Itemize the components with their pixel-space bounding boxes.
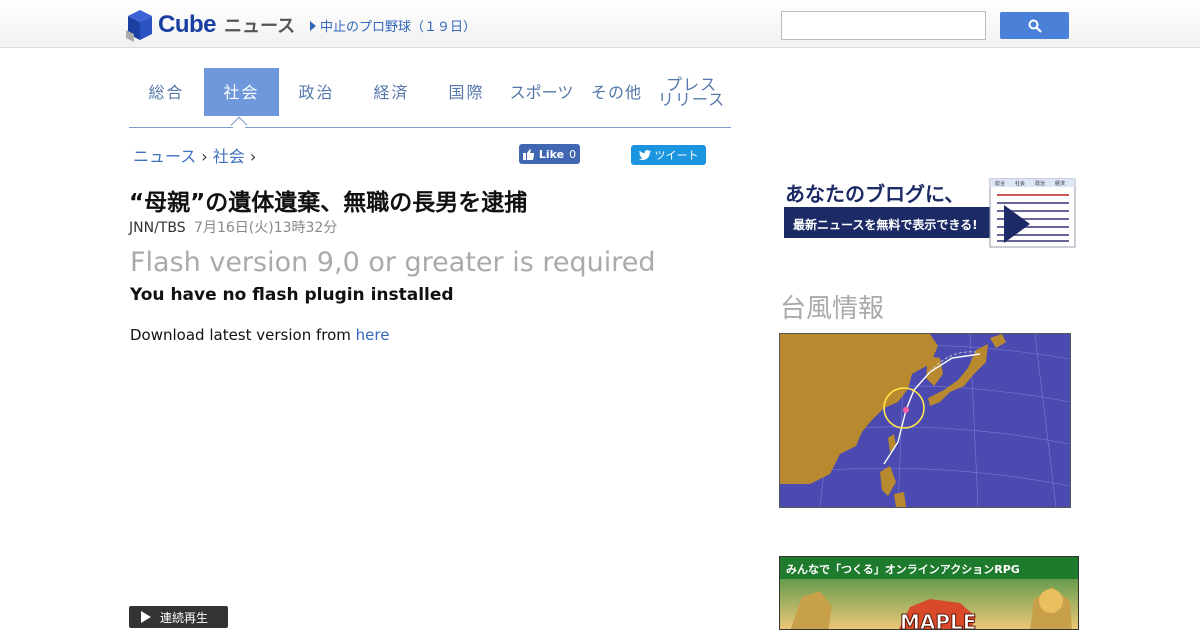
typhoon-info-title: 台風情報 <box>780 294 885 324</box>
blog-widget-banner[interactable]: あなたのブログに、 最新ニュースを無料で表示できる! 総合 社会 政治 経済 <box>783 177 1077 249</box>
headline-link[interactable]: 中止のプロ野球（１９日） <box>310 16 476 35</box>
continuous-play-label: 連続再生 <box>160 610 209 625</box>
game-ad-tagline: みんなで「つくる」オンラインアクションRPG <box>786 562 1020 576</box>
blog-banner-mini-tab: 社会 <box>1015 180 1025 187</box>
tweet-button[interactable]: ツイート <box>631 145 706 165</box>
tab-society[interactable]: 社会 <box>204 68 279 116</box>
flash-download-line: Download latest version from here <box>130 326 389 344</box>
triangle-right-icon <box>310 20 316 31</box>
logo-text: Cube <box>158 11 217 38</box>
tab-sports[interactable]: スポーツ <box>504 68 579 116</box>
tab-general[interactable]: 総合 <box>129 68 204 116</box>
maple-game-ad[interactable]: みんなで「つくる」オンラインアクションRPG MAPLE <box>779 556 1079 630</box>
tab-press-release[interactable]: プレス リリース <box>654 68 729 116</box>
flash-missing-message: You have no flash plugin installed <box>130 285 454 305</box>
game-ad-graphic: みんなで「つくる」オンラインアクションRPG MAPLE <box>780 557 1078 630</box>
twitter-bird-icon <box>638 150 651 160</box>
game-ad-logo: MAPLE <box>900 610 976 630</box>
flash-download-text: Download latest version from <box>130 326 356 344</box>
tab-politics[interactable]: 政治 <box>279 68 354 116</box>
active-tab-indicator <box>230 116 248 134</box>
blog-banner-mini-tab: 経済 <box>1055 180 1065 187</box>
cube-logo-icon <box>126 10 152 42</box>
search-button[interactable] <box>1000 12 1069 39</box>
breadcrumb-news[interactable]: ニュース <box>133 147 196 166</box>
typhoon-map-graphic <box>779 333 1071 508</box>
facebook-like-button[interactable]: Like 0 <box>519 144 580 164</box>
article-meta: JNN/TBS 7月16日(火)13時32分 <box>129 217 337 237</box>
blog-banner-mini-tab: 総合 <box>995 180 1005 187</box>
play-icon <box>141 611 151 623</box>
logo-subtitle: ニュース <box>224 16 296 37</box>
article-source: JNN/TBS <box>129 220 186 236</box>
breadcrumb-separator: › <box>201 147 208 166</box>
like-count: 0 <box>569 147 577 161</box>
blog-banner-line1: あなたのブログに、 <box>785 182 964 206</box>
site-header: Cube ニュース 中止のプロ野球（１９日） <box>0 0 1200 48</box>
headline-text: 中止のプロ野球（１９日） <box>320 20 477 35</box>
typhoon-map[interactable] <box>779 333 1071 508</box>
flash-download-link[interactable]: here <box>356 326 390 344</box>
blog-banner-graphic: あなたのブログに、 最新ニュースを無料で表示できる! 総合 社会 政治 経済 <box>784 178 1076 248</box>
search-input[interactable] <box>781 11 986 40</box>
blog-banner-mini-tab: 政治 <box>1035 180 1045 187</box>
breadcrumb-separator: › <box>249 147 257 166</box>
article-date: 7月16日(火)13時32分 <box>194 220 338 236</box>
breadcrumb-society[interactable]: 社会 <box>213 147 245 166</box>
flash-required-heading: Flash version 9,0 or greater is required <box>130 247 656 278</box>
tab-other[interactable]: その他 <box>579 68 654 116</box>
tab-international[interactable]: 国際 <box>429 68 504 116</box>
site-logo[interactable]: Cube ニュース <box>126 8 295 42</box>
continuous-play-button[interactable]: 連続再生 <box>129 606 228 628</box>
thumbs-up-icon <box>522 148 534 160</box>
tab-economy[interactable]: 経済 <box>354 68 429 116</box>
breadcrumb: ニュース › 社会 › <box>133 143 256 167</box>
category-tabs: 総合 社会 政治 経済 国際 スポーツ その他 プレス リリース <box>129 68 731 134</box>
article-title: “母親”の遺体遺棄、無職の長男を逮捕 <box>129 190 528 216</box>
blog-banner-line2: 最新ニュースを無料で表示できる! <box>793 217 978 232</box>
like-label: Like <box>538 147 565 161</box>
tweet-label: ツイート <box>654 149 699 162</box>
search-icon <box>1028 19 1042 33</box>
